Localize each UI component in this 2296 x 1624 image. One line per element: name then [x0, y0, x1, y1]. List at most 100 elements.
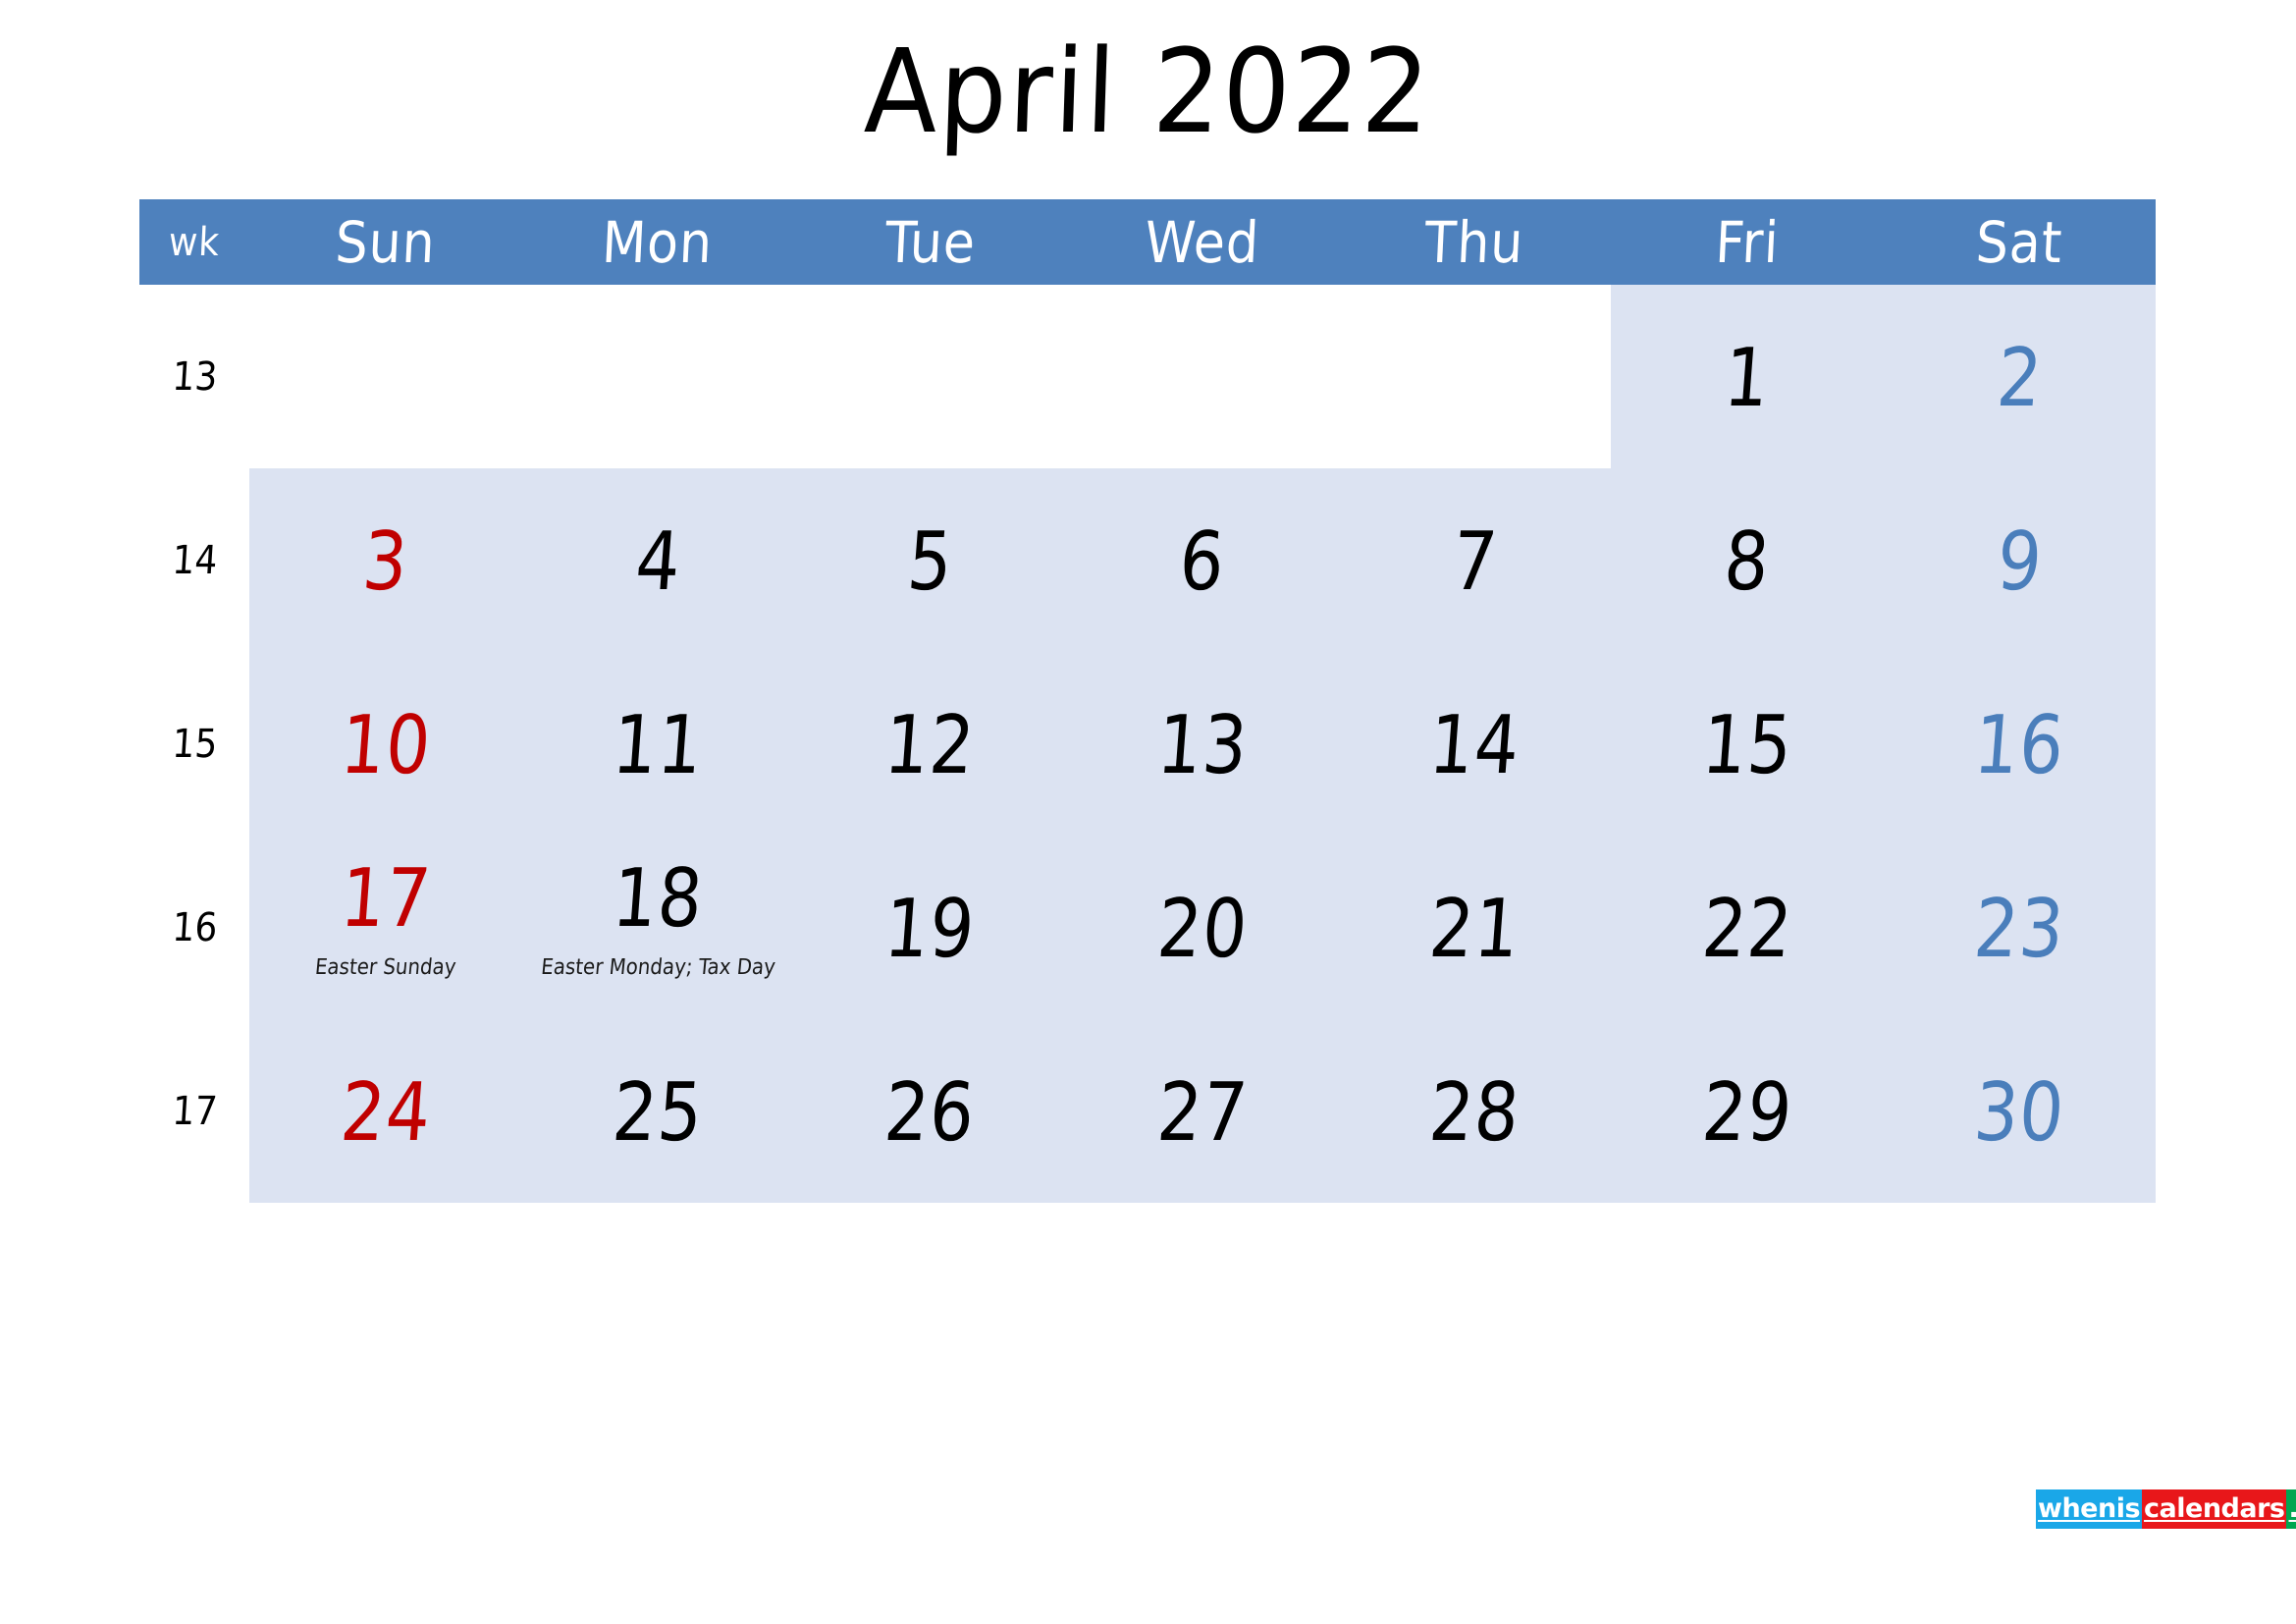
- day-number: 7: [1448, 514, 1501, 609]
- weekday-label-sat: Sat: [1974, 208, 2065, 276]
- week-number: 14: [170, 537, 219, 583]
- wheniscalendars-watermark[interactable]: whenis calendars .com: [2036, 1489, 2296, 1529]
- day-number: 4: [631, 514, 684, 609]
- day-cell-content: 8: [1611, 468, 1883, 652]
- day-cell-content: 15: [1611, 652, 1883, 836]
- weekday-header-wed: Wed: [1066, 199, 1339, 285]
- day-number: 19: [881, 882, 979, 976]
- day-cell-content: 17 Easter Sunday: [249, 836, 521, 1019]
- week-number: 15: [170, 721, 219, 767]
- calendar-day-cell[interactable]: 29: [1611, 1019, 1884, 1203]
- calendar-day-cell[interactable]: 18 Easter Monday; Tax Day: [521, 836, 794, 1019]
- day-number: 24: [337, 1065, 435, 1160]
- calendar-day-cell[interactable]: 7: [1338, 468, 1612, 652]
- weekday-header-fri: Fri: [1611, 199, 1884, 285]
- calendar-day-cell[interactable]: 11: [521, 652, 794, 836]
- calendar-day-cell[interactable]: 2: [1883, 285, 2156, 468]
- calendar-day-cell[interactable]: 14: [1338, 652, 1612, 836]
- calendar-day-cell[interactable]: 12: [793, 652, 1067, 836]
- day-number: 9: [1993, 514, 2046, 609]
- day-number: 21: [1426, 882, 1523, 976]
- calendar-day-cell[interactable]: [521, 285, 794, 468]
- day-cell-content: 2: [1884, 285, 2156, 468]
- week-number: 17: [170, 1088, 219, 1134]
- day-cell-content: 12: [794, 652, 1066, 836]
- calendar-day-cell[interactable]: [1338, 285, 1612, 468]
- calendar-day-cell[interactable]: 24: [249, 1019, 522, 1203]
- calendar-day-cell[interactable]: 8: [1611, 468, 1884, 652]
- calendar-day-cell[interactable]: 3: [249, 468, 522, 652]
- calendar-week-row: 17 24 25 26 27 28 29 30: [139, 1019, 2156, 1203]
- calendar-day-cell[interactable]: 30: [1883, 1019, 2156, 1203]
- calendar-table: wk Sun Mon Tue Wed Thu Fri Sat 13 1 2 14 3 4 5…: [139, 199, 2156, 1203]
- calendar-day-cell[interactable]: 27: [1066, 1019, 1339, 1203]
- day-cell-content: [794, 285, 1066, 468]
- day-cell-content: 23: [1884, 836, 2156, 1019]
- calendar-day-cell[interactable]: [249, 285, 522, 468]
- calendar-day-cell[interactable]: 17 Easter Sunday: [249, 836, 522, 1019]
- calendar-day-cell[interactable]: 9: [1883, 468, 2156, 652]
- day-cell-content: 6: [1066, 468, 1338, 652]
- weekday-label-wed: Wed: [1144, 208, 1261, 276]
- day-cell-content: 27: [1066, 1019, 1338, 1203]
- week-number-column-header: wk: [139, 199, 249, 285]
- day-cell-content: 21: [1339, 836, 1611, 1019]
- calendar-day-cell[interactable]: 5: [793, 468, 1067, 652]
- day-cell-content: 19: [794, 836, 1066, 1019]
- day-number: 14: [1426, 698, 1523, 792]
- weekday-label-mon: Mon: [601, 208, 716, 276]
- week-number-cell: 17: [139, 1019, 249, 1203]
- day-cell-content: 1: [1611, 285, 1883, 468]
- day-number: 22: [1698, 882, 1796, 976]
- calendar-day-cell[interactable]: 16: [1883, 652, 2156, 836]
- day-cell-content: 22: [1611, 836, 1883, 1019]
- weekday-header-thu: Thu: [1338, 199, 1612, 285]
- watermark-part-calendars: calendars: [2142, 1489, 2287, 1529]
- day-cell-content: 26: [794, 1019, 1066, 1203]
- week-number-cell: 14: [139, 468, 249, 652]
- calendar-day-cell[interactable]: 13: [1066, 652, 1339, 836]
- day-cell-content: 25: [521, 1019, 793, 1203]
- wk-label: wk: [167, 219, 222, 265]
- weekday-header-tue: Tue: [793, 199, 1067, 285]
- calendar-day-cell[interactable]: 19: [793, 836, 1067, 1019]
- calendar-day-cell[interactable]: 1: [1611, 285, 1884, 468]
- calendar-day-cell[interactable]: 4: [521, 468, 794, 652]
- weekday-header-sat: Sat: [1883, 199, 2156, 285]
- day-number: 2: [1993, 331, 2046, 425]
- day-cell-content: 4: [521, 468, 793, 652]
- day-number: 28: [1426, 1065, 1523, 1160]
- calendar-week-row: 15 10 11 12 13 14 15 16: [139, 652, 2156, 836]
- calendar-day-cell[interactable]: 22: [1611, 836, 1884, 1019]
- calendar-day-cell[interactable]: [1066, 285, 1339, 468]
- weekday-header-row: wk Sun Mon Tue Wed Thu Fri Sat: [139, 199, 2156, 285]
- day-cell-content: 28: [1339, 1019, 1611, 1203]
- day-cell-content: [521, 285, 793, 468]
- calendar-day-cell[interactable]: 10: [249, 652, 522, 836]
- weekday-header-sun: Sun: [249, 199, 522, 285]
- day-cell-content: 5: [794, 468, 1066, 652]
- day-cell-content: 29: [1611, 1019, 1883, 1203]
- calendar-week-row: 16 17 Easter Sunday 18 Easter Monday; Tax Da…: [139, 836, 2156, 1019]
- day-number: 27: [1153, 1065, 1252, 1160]
- day-number: 13: [1153, 698, 1252, 792]
- calendar-page: April 2022 wk Sun Mon Tue Wed Thu Fri Sa…: [0, 0, 2296, 1624]
- calendar-day-cell[interactable]: 28: [1338, 1019, 1612, 1203]
- calendar-day-cell[interactable]: 21: [1338, 836, 1612, 1019]
- week-number-cell: 13: [139, 285, 249, 468]
- calendar-day-cell[interactable]: 15: [1611, 652, 1884, 836]
- calendar-day-cell[interactable]: 20: [1066, 836, 1339, 1019]
- day-number: 11: [609, 698, 707, 792]
- calendar-day-cell[interactable]: 25: [521, 1019, 794, 1203]
- calendar-day-cell[interactable]: 26: [793, 1019, 1067, 1203]
- day-number: 12: [881, 698, 979, 792]
- calendar-day-cell[interactable]: [793, 285, 1067, 468]
- day-cell-content: 30: [1884, 1019, 2156, 1203]
- day-number: 3: [359, 514, 412, 609]
- day-event-label: Easter Sunday: [313, 955, 457, 980]
- calendar-day-cell[interactable]: 6: [1066, 468, 1339, 652]
- day-cell-content: 18 Easter Monday; Tax Day: [521, 836, 793, 1019]
- week-number-cell: 15: [139, 652, 249, 836]
- day-number: 16: [1971, 698, 2068, 792]
- calendar-day-cell[interactable]: 23: [1883, 836, 2156, 1019]
